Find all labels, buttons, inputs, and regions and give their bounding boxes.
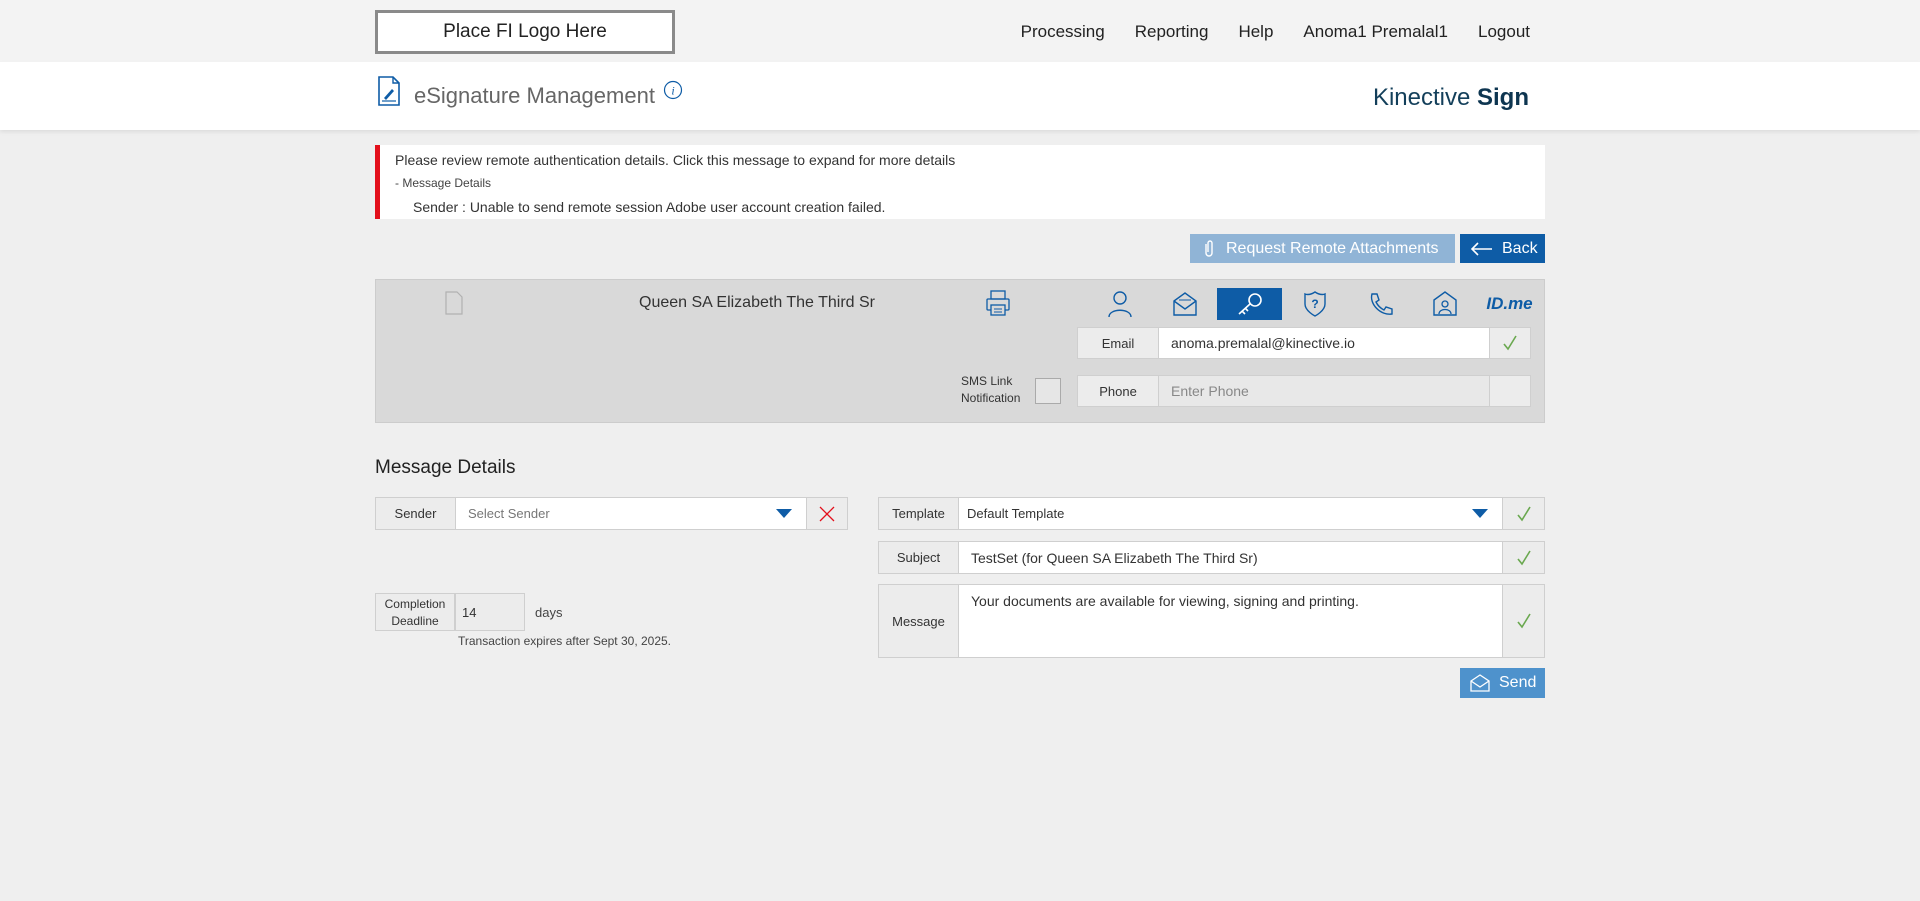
phone-label: Phone xyxy=(1077,375,1159,407)
close-icon xyxy=(819,506,835,521)
auth-key[interactable] xyxy=(1217,288,1282,320)
envelope-icon xyxy=(1470,674,1490,692)
sms-label-line1: SMS Link xyxy=(961,374,1013,388)
page-title: eSignature Management xyxy=(414,83,655,108)
completion-label-line1: Completion xyxy=(384,597,446,611)
phone-field[interactable]: Enter Phone xyxy=(1158,375,1490,407)
info-icon[interactable]: i xyxy=(663,80,683,100)
svg-text:i: i xyxy=(671,84,674,98)
id-card-icon xyxy=(1432,291,1457,316)
nav-reporting[interactable]: Reporting xyxy=(1135,22,1209,42)
checkmark-icon xyxy=(1516,613,1531,629)
chevron-down-icon xyxy=(1472,509,1488,518)
email-label: Email xyxy=(1077,327,1159,359)
print-icon[interactable] xyxy=(984,289,1012,317)
recipient-panel: Queen SA Elizabeth The Third Sr ? ID.me … xyxy=(375,279,1545,423)
phone-icon xyxy=(1370,293,1393,315)
back-label: Back xyxy=(1502,239,1538,257)
message-valid-check xyxy=(1502,584,1545,658)
top-bar: Place FI Logo Here Processing Reporting … xyxy=(0,0,1920,62)
alert-message[interactable]: Please review remote authentication deta… xyxy=(375,145,1545,219)
nav-logout[interactable]: Logout xyxy=(1478,22,1530,42)
auth-security-question[interactable]: ? xyxy=(1282,288,1347,320)
auth-id-card[interactable] xyxy=(1412,288,1477,320)
send-button[interactable]: Send xyxy=(1460,668,1545,698)
envelope-icon xyxy=(1172,292,1197,316)
subject-label: Subject xyxy=(878,541,959,574)
alert-detail-line: Sender : Unable to send remote session A… xyxy=(413,199,886,215)
key-icon xyxy=(1237,293,1262,315)
auth-phone[interactable] xyxy=(1347,288,1412,320)
completion-label-line2: Deadline xyxy=(391,614,439,628)
nav-help[interactable]: Help xyxy=(1238,22,1273,42)
sms-label-line2: Notification xyxy=(961,391,1021,405)
sender-label: Sender xyxy=(375,497,456,530)
fi-logo-placeholder: Place FI Logo Here xyxy=(375,10,675,54)
document-icon xyxy=(445,291,463,315)
subject-valid-check xyxy=(1502,541,1545,574)
sender-clear-button[interactable] xyxy=(806,497,848,530)
back-button[interactable]: Back xyxy=(1460,234,1545,263)
alert-details-toggle[interactable]: - Message Details xyxy=(395,176,491,190)
top-nav: Processing Reporting Help Anoma1 Premala… xyxy=(1021,22,1530,42)
checkmark-icon xyxy=(1503,335,1517,351)
send-label: Send xyxy=(1499,674,1537,691)
request-remote-attachments-button[interactable]: Request Remote Attachments xyxy=(1190,234,1455,263)
recipient-name: Queen SA Elizabeth The Third Sr xyxy=(639,294,875,311)
checkmark-icon xyxy=(1516,550,1531,565)
template-valid-check xyxy=(1502,497,1545,530)
idme-logo: ID.me xyxy=(1486,294,1533,313)
template-select[interactable]: Default Template xyxy=(958,497,1503,530)
request-remote-attachments-label: Request Remote Attachments xyxy=(1226,239,1439,257)
completion-deadline-input[interactable]: 14 xyxy=(455,593,525,631)
subject-field[interactable]: TestSet (for Queen SA Elizabeth The Thir… xyxy=(958,541,1503,574)
arrow-left-icon xyxy=(1470,241,1492,256)
alert-summary[interactable]: Please review remote authentication deta… xyxy=(395,152,955,168)
email-valid-check xyxy=(1489,327,1531,359)
sender-select-placeholder: Select Sender xyxy=(468,506,550,521)
checkmark-icon xyxy=(1516,506,1531,521)
phone-check-slot xyxy=(1489,375,1531,407)
auth-method-bar: ? ID.me xyxy=(1087,288,1542,320)
auth-idme[interactable]: ID.me xyxy=(1477,288,1542,320)
email-field[interactable]: anoma.premalal@kinective.io xyxy=(1158,327,1490,359)
expiration-note: Transaction expires after Sept 30, 2025. xyxy=(458,634,672,648)
completion-deadline-label: Completion Deadline xyxy=(375,593,455,631)
sender-select[interactable]: Select Sender xyxy=(455,497,807,530)
nav-processing[interactable]: Processing xyxy=(1021,22,1105,42)
message-details-title: Message Details xyxy=(375,457,516,478)
message-label: Message xyxy=(878,584,959,658)
nav-user[interactable]: Anoma1 Premalal1 xyxy=(1303,22,1448,42)
sms-link-label: SMS Link Notification xyxy=(961,373,1020,407)
paperclip-icon xyxy=(1205,239,1213,257)
days-label: days xyxy=(535,605,563,620)
document-sign-icon xyxy=(378,76,400,106)
chevron-down-icon xyxy=(776,509,792,518)
template-label: Template xyxy=(878,497,959,530)
svg-text:?: ? xyxy=(1311,297,1318,311)
sms-notification-checkbox[interactable] xyxy=(1035,378,1061,404)
page-header: eSignature Management i Kinective Sign xyxy=(0,62,1920,130)
security-question-icon: ? xyxy=(1303,291,1326,317)
brand-bold: Sign xyxy=(1477,84,1529,111)
auth-person[interactable] xyxy=(1087,288,1152,320)
brand-logo: Kinective Sign xyxy=(1373,84,1529,112)
template-select-value: Default Template xyxy=(967,506,1065,521)
person-icon xyxy=(1107,291,1132,318)
auth-email[interactable] xyxy=(1152,288,1217,320)
message-textarea[interactable]: Your documents are available for viewing… xyxy=(958,584,1503,658)
brand-light: Kinective xyxy=(1372,84,1471,111)
